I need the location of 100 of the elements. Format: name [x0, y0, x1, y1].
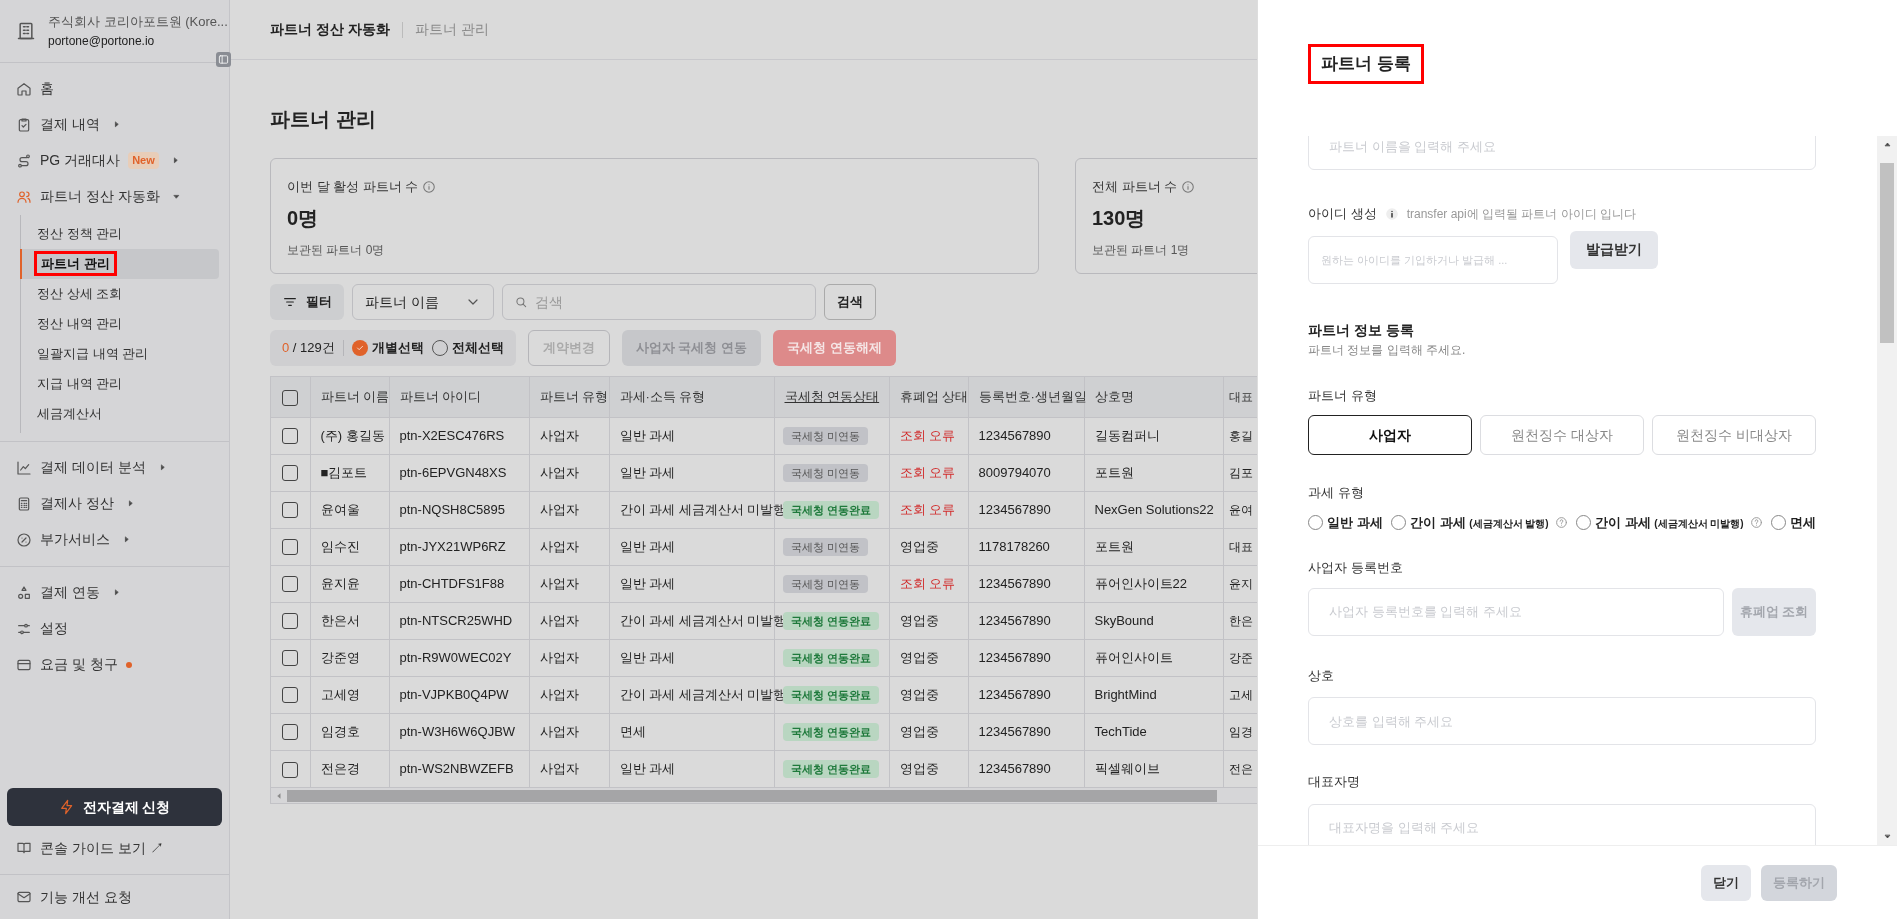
table-cell: ■김포트	[320, 465, 368, 480]
page-title: 파트너 관리	[270, 107, 377, 132]
apply-payment-button[interactable]: 전자결제 신청	[7, 788, 222, 826]
row-checkbox[interactable]	[282, 465, 299, 482]
submenu-item[interactable]: 지급 내역 관리	[33, 373, 127, 394]
scrollbar-thumb[interactable]	[1880, 163, 1894, 343]
column-header[interactable]: 대표	[1228, 390, 1253, 405]
table-cell: 1178178260	[978, 539, 1050, 554]
submenu-item[interactable]: 세금계산서	[33, 403, 106, 424]
sidebar-item[interactable]: 홈	[40, 78, 54, 99]
submenu-item[interactable]: 정산 정책 관리	[33, 223, 127, 244]
issue-id-button[interactable]: 발급받기	[1570, 230, 1658, 269]
sidebar-item[interactable]: 결제 데이터 분석	[40, 457, 146, 478]
column-header[interactable]: 상호명	[1094, 389, 1134, 405]
sidebar-item[interactable]: 요금 및 청구	[40, 654, 118, 675]
filter-button[interactable]: 필터	[270, 284, 344, 320]
table-cell: 일반 과세	[619, 465, 676, 480]
sidebar-item[interactable]: 결제 내역	[40, 114, 100, 135]
table-cell: 전은경	[320, 761, 360, 777]
row-checkbox[interactable]	[282, 687, 299, 704]
section-title: 파트너 정보 등록	[1308, 320, 1415, 340]
column-header[interactable]: 과세·소득 유형	[619, 389, 706, 405]
table-cell: ptn-VJPKB0Q4PW	[399, 687, 509, 702]
partner-type-option[interactable]: 원천징수 대상자	[1480, 415, 1644, 455]
table-cell: 포트원	[1094, 539, 1134, 554]
table-cell: ptn-W3H6W6QJBW	[399, 724, 516, 739]
stat-sub-text: 보관된 파트너 1명	[1092, 241, 1191, 259]
mail-icon	[16, 889, 32, 905]
breadcrumb-item[interactable]: 파트너 정산 자동화	[270, 19, 390, 40]
sidebar-item[interactable]: PG 거래대사	[40, 150, 121, 171]
sidebar-item[interactable]: 결제사 정산	[40, 493, 114, 514]
row-checkbox[interactable]	[282, 539, 299, 556]
horizontal-scrollbar[interactable]	[271, 787, 1257, 803]
row-checkbox[interactable]	[282, 428, 299, 445]
table-cell: 영업중	[899, 613, 939, 628]
column-header[interactable]: 파트너 아이디	[399, 389, 482, 405]
table-cell: 윤지윤	[320, 576, 360, 591]
stat-sub-text: 보관된 파트너 0명	[287, 241, 386, 259]
column-header[interactable]: 파트너 유형	[539, 389, 609, 405]
selection-mode-radio[interactable]: 전체선택	[431, 338, 504, 358]
search-icon	[514, 295, 528, 309]
row-checkbox[interactable]	[282, 502, 299, 519]
search-button[interactable]: 검색	[824, 284, 876, 320]
footer-button[interactable]: 닫기	[1701, 864, 1751, 901]
table-cell: 임경호	[320, 724, 360, 739]
row-checkbox[interactable]	[282, 761, 299, 778]
partner-type-option[interactable]: 사업자	[1308, 415, 1472, 455]
table-cell: 일반 과세	[619, 576, 676, 591]
table-cell: 1234567890	[978, 613, 1051, 628]
guide-link[interactable]: 콘솔 가이드 보기 ↗	[40, 837, 164, 859]
column-header[interactable]: 국세청 연동상태	[784, 389, 880, 405]
row-checkbox[interactable]	[282, 650, 299, 667]
table-cell: BrightMind	[1094, 687, 1157, 702]
table-cell: 1234567890	[978, 687, 1051, 702]
column-header[interactable]: 등록번호·생년월일	[978, 389, 1087, 405]
table-cell: NexGen Solutions22	[1094, 502, 1214, 517]
row-checkbox[interactable]	[282, 613, 299, 630]
submenu-item[interactable]: 정산 내역 관리	[33, 313, 127, 334]
row-checkbox[interactable]	[282, 576, 299, 593]
account-email: portone@portone.io	[48, 32, 156, 50]
submenu-item[interactable]: 파트너 관리	[34, 250, 117, 277]
selection-mode-radio[interactable]: 개별선택	[351, 338, 424, 358]
check-icon	[354, 343, 365, 353]
sidebar-item[interactable]: 결제 연동	[40, 582, 100, 603]
new-badge: New	[128, 152, 159, 169]
partner-type-option[interactable]: 원천징수 비대상자	[1652, 415, 1816, 455]
column-header[interactable]: 파트너 이름	[320, 389, 390, 405]
select-all-checkbox[interactable]	[282, 389, 299, 406]
field-hint: transfer api에 입력될 파트너 아이디 입니다	[1406, 205, 1636, 223]
column-header[interactable]: 휴폐업 상태	[899, 389, 969, 405]
info-icon	[422, 179, 437, 194]
sidebar-item[interactable]: 부가서비스	[40, 529, 110, 550]
book-icon	[16, 840, 32, 856]
table-cell: 영업중	[899, 724, 939, 739]
vertical-scrollbar[interactable]	[1877, 136, 1897, 845]
table-cell: ptn-NTSCR25WHD	[399, 613, 513, 628]
field-label: 과세 유형	[1308, 484, 1365, 502]
selection-count: 0 / 129건	[282, 339, 335, 358]
radio-label: 면세	[1790, 513, 1816, 532]
table-cell: 임경	[1228, 725, 1253, 739]
status-badge: 국세청 연동완료	[782, 686, 879, 704]
feedback-link[interactable]: 기능 개선 요청	[40, 886, 132, 908]
table-cell: 강준영	[320, 650, 360, 665]
row-checkbox[interactable]	[282, 724, 299, 741]
table-cell: 강준	[1228, 651, 1253, 665]
column-select[interactable]: 파트너 이름	[352, 284, 494, 320]
lightning-icon	[58, 799, 75, 815]
section-subtitle: 파트너 정보를 입력해 주세요.	[1308, 341, 1467, 359]
table-cell: 한은서	[320, 613, 360, 628]
submenu-item[interactable]: 정산 상세 조회	[33, 283, 127, 304]
status-badge: 국세청 연동완료	[782, 723, 879, 741]
table-cell: 사업자	[539, 724, 579, 739]
search-field[interactable]: 검색	[502, 284, 816, 320]
sidebar-item[interactable]: 파트너 정산 자동화	[40, 186, 160, 207]
scrollbar-thumb[interactable]	[287, 789, 1217, 802]
sidebar-item[interactable]: 설정	[40, 618, 68, 639]
table-cell: 사업자	[539, 428, 579, 443]
submenu-item[interactable]: 일괄지급 내역 관리	[33, 343, 153, 364]
table-cell: 윤여울	[320, 502, 360, 517]
table-cell: 전은	[1228, 762, 1253, 777]
